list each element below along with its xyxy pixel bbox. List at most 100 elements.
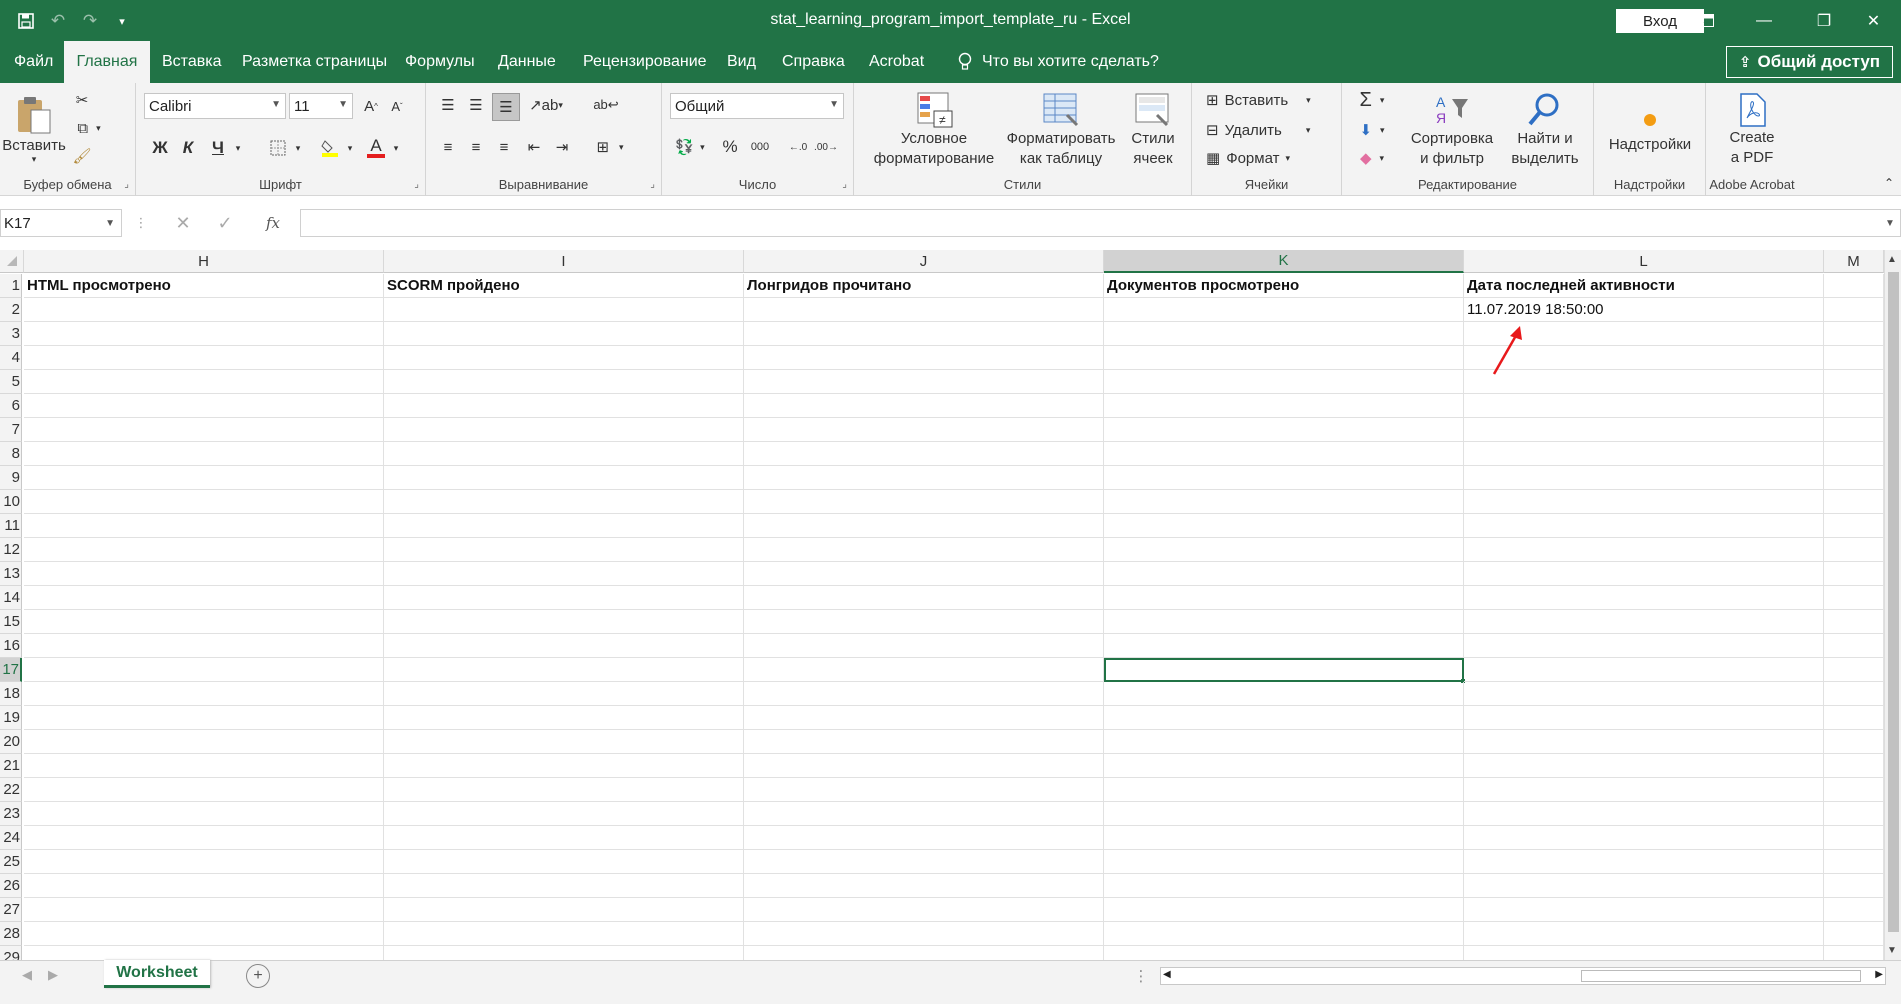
row-header-5[interactable]: 5 [0, 370, 22, 394]
cell-m29[interactable] [1824, 946, 1884, 960]
increase-decimal-icon[interactable]: ←.0 [786, 135, 810, 159]
cell-j1[interactable]: Лонгридов прочитано [744, 274, 1104, 298]
cell-m24[interactable] [1824, 826, 1884, 850]
cell-h15[interactable] [24, 610, 384, 634]
cell-j14[interactable] [744, 586, 1104, 610]
align-top-icon[interactable]: ☰ [436, 93, 460, 117]
cut-icon[interactable]: ✂ [70, 89, 94, 111]
cell-j4[interactable] [744, 346, 1104, 370]
cell-h20[interactable] [24, 730, 384, 754]
enter-icon[interactable]: ✓ [212, 210, 238, 236]
restore-icon[interactable]: ❐ [1794, 0, 1854, 41]
format-cells-button[interactable]: ▦ Формат ▾ [1206, 145, 1330, 171]
cell-j8[interactable] [744, 442, 1104, 466]
cell-h16[interactable] [24, 634, 384, 658]
cell-j10[interactable] [744, 490, 1104, 514]
cell-m21[interactable] [1824, 754, 1884, 778]
cell-l26[interactable] [1464, 874, 1824, 898]
cell-j29[interactable] [744, 946, 1104, 960]
cell-h6[interactable] [24, 394, 384, 418]
increase-font-icon[interactable]: A ^ [360, 93, 382, 119]
cell-l12[interactable] [1464, 538, 1824, 562]
row-header-16[interactable]: 16 [0, 634, 22, 658]
cell-j13[interactable] [744, 562, 1104, 586]
tab-file[interactable]: Файл [0, 41, 67, 83]
cell-i20[interactable] [384, 730, 744, 754]
bold-button[interactable]: Ж [148, 135, 172, 161]
cell-h5[interactable] [24, 370, 384, 394]
cell-k23[interactable] [1104, 802, 1464, 826]
cell-i8[interactable] [384, 442, 744, 466]
decrease-font-icon[interactable]: Aˇ [386, 93, 408, 119]
cell-i14[interactable] [384, 586, 744, 610]
column-header-i[interactable]: I [384, 250, 744, 273]
cell-l11[interactable] [1464, 514, 1824, 538]
cell-i29[interactable] [384, 946, 744, 960]
cell-m1[interactable] [1824, 274, 1884, 298]
cell-i27[interactable] [384, 898, 744, 922]
cell-m26[interactable] [1824, 874, 1884, 898]
cell-k5[interactable] [1104, 370, 1464, 394]
cell-k1[interactable]: Документов просмотрено [1104, 274, 1464, 298]
cell-h10[interactable] [24, 490, 384, 514]
formula-input[interactable] [300, 209, 1901, 237]
cell-k27[interactable] [1104, 898, 1464, 922]
cell-i18[interactable] [384, 682, 744, 706]
cell-k3[interactable] [1104, 322, 1464, 346]
cell-j20[interactable] [744, 730, 1104, 754]
cell-j12[interactable] [744, 538, 1104, 562]
cell-h12[interactable] [24, 538, 384, 562]
row-header-3[interactable]: 3 [0, 322, 22, 346]
worksheet-grid[interactable]: HIJKLM 1 2 3 4 5 6 7 8 9 10 11 12 13 14 15 16 17 18 19 20 21… [0, 250, 1884, 960]
column-header-l[interactable]: L [1464, 250, 1824, 273]
cell-h25[interactable] [24, 850, 384, 874]
row-header-14[interactable]: 14 [0, 586, 22, 610]
cell-m18[interactable] [1824, 682, 1884, 706]
scroll-right-icon[interactable]: ▶ [1875, 969, 1883, 980]
row-header-23[interactable]: 23 [0, 802, 22, 826]
cell-j7[interactable] [744, 418, 1104, 442]
cell-j22[interactable] [744, 778, 1104, 802]
cell-l7[interactable] [1464, 418, 1824, 442]
fill-color-icon[interactable] [318, 135, 342, 161]
minimize-icon[interactable]: — [1734, 0, 1794, 41]
cell-m4[interactable] [1824, 346, 1884, 370]
cell-k9[interactable] [1104, 466, 1464, 490]
decrease-indent-icon[interactable]: ⇤ [522, 135, 546, 159]
chevron-down-icon[interactable]: ▾ [232, 135, 244, 161]
row-header-9[interactable]: 9 [0, 466, 22, 490]
cell-k24[interactable] [1104, 826, 1464, 850]
cell-h22[interactable] [24, 778, 384, 802]
tab-view[interactable]: Вид [713, 41, 770, 83]
row-header-8[interactable]: 8 [0, 442, 22, 466]
row-header-27[interactable]: 27 [0, 898, 22, 922]
column-header-k[interactable]: K [1104, 250, 1464, 273]
row-header-7[interactable]: 7 [0, 418, 22, 442]
row-header-13[interactable]: 13 [0, 562, 22, 586]
cell-k15[interactable] [1104, 610, 1464, 634]
chevron-down-icon[interactable]: ▾ [344, 135, 356, 161]
row-header-19[interactable]: 19 [0, 706, 22, 730]
cell-j28[interactable] [744, 922, 1104, 946]
cell-k21[interactable] [1104, 754, 1464, 778]
undo-icon[interactable]: ↶ [44, 8, 72, 34]
cell-k6[interactable] [1104, 394, 1464, 418]
cell-j21[interactable] [744, 754, 1104, 778]
cell-l23[interactable] [1464, 802, 1824, 826]
name-box[interactable]: K17 ▼ [0, 209, 122, 237]
row-header-29[interactable]: 29 [0, 946, 22, 960]
cell-l13[interactable] [1464, 562, 1824, 586]
cell-k14[interactable] [1104, 586, 1464, 610]
row-header-1[interactable]: 1 [0, 274, 22, 298]
row-header-10[interactable]: 10 [0, 490, 22, 514]
tab-formulas[interactable]: Формулы [391, 41, 489, 83]
font-color-icon[interactable]: A [364, 135, 388, 161]
scroll-left-icon[interactable]: ◀ [1163, 969, 1171, 980]
tab-insert[interactable]: Вставка [148, 41, 235, 83]
underline-button[interactable]: Ч [206, 135, 230, 161]
row-header-24[interactable]: 24 [0, 826, 22, 850]
cell-i22[interactable] [384, 778, 744, 802]
expand-formula-bar-icon[interactable]: ▼ [1882, 214, 1898, 232]
cell-j15[interactable] [744, 610, 1104, 634]
cell-j26[interactable] [744, 874, 1104, 898]
